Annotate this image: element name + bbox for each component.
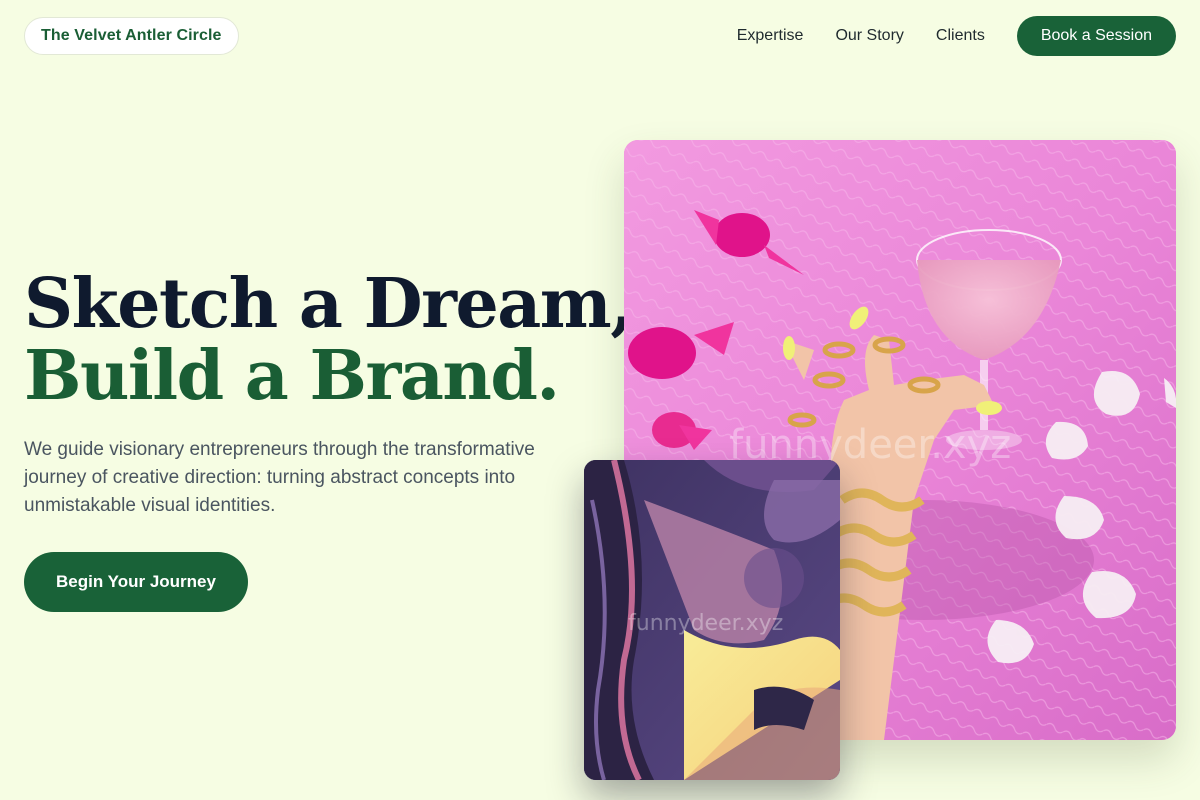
hero-subcopy: We guide visionary entrepreneurs through… <box>24 439 535 516</box>
hero-headline: Sketch a Dream, Build a Brand. <box>24 264 634 416</box>
watermark-secondary: funnydeer.xyz <box>628 611 783 636</box>
book-session-button[interactable]: Book a Session <box>1016 16 1176 56</box>
hero-photo-abstract: funnydeer.xyz <box>584 460 840 780</box>
main-nav: Expertise Our Story Clients Book a Sessi… <box>737 16 1176 56</box>
nav-link-clients[interactable]: Clients <box>936 27 985 45</box>
brand-logo[interactable]: The Velvet Antler Circle <box>24 17 239 55</box>
nav-link-expertise[interactable]: Expertise <box>737 27 804 45</box>
headline-line-2: Build a Brand. <box>24 336 560 416</box>
abstract-painting-illustration: funnydeer.xyz <box>584 460 840 780</box>
begin-journey-button[interactable]: Begin Your Journey <box>24 552 248 612</box>
headline-line-1: Sketch a Dream, <box>24 264 634 344</box>
nav-link-our-story[interactable]: Our Story <box>835 27 903 45</box>
